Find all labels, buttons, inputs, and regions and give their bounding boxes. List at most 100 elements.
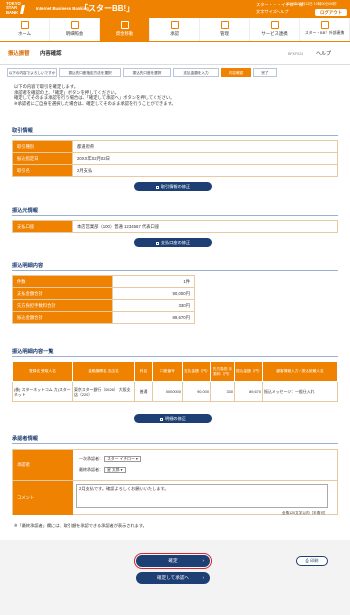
row-value: 本店営業部（100）普通 1234567 代表口座 xyxy=(72,220,338,233)
chevron-right-icon: › xyxy=(202,575,204,580)
table-row: 支払金額合計 90,000円 xyxy=(12,287,338,300)
comment-textarea[interactable]: 2月支払です。確認よろしくお願いいたします。 xyxy=(76,484,328,508)
row-label: 振込金額合計 xyxy=(12,311,113,324)
section-heading: 振込明細内容一覧 xyxy=(12,349,338,357)
final-approver-label: 最終承認者： xyxy=(79,467,103,473)
nav-label: 明細照会 xyxy=(65,31,84,36)
cell-account: 0000000 xyxy=(152,381,183,402)
cell-message: 振込メッセージ：一般仕入れ xyxy=(262,381,338,402)
col-header: 科目 xyxy=(134,361,153,382)
admin-icon xyxy=(220,21,229,29)
comment-char-limit: 全角120文字以内［半角可］ xyxy=(282,511,328,515)
row-value: 20XX年02月02日 xyxy=(72,152,338,165)
login-timestamp: 2000年02月13日 10時00分00秒 xyxy=(286,2,337,6)
page-help-link[interactable]: ヘルプ xyxy=(316,51,331,57)
table-row: 支払口座 本店営業部（100）普通 1234567 代表口座 xyxy=(12,220,338,233)
cell-bank: 東京スター銀行（0526） 大阪支店（220） xyxy=(72,381,135,402)
chevron-right-icon: › xyxy=(202,558,204,563)
row-label: 支払金額合計 xyxy=(12,287,113,300)
page-id: BFKF024 xyxy=(288,52,304,56)
first-approver-row: 一次承認者： スター イチロー ▾ xyxy=(79,456,141,462)
section-heading: 振込元情報 xyxy=(12,208,338,216)
pencil-icon xyxy=(155,185,159,189)
cell-transfer: 89,670 xyxy=(234,381,263,402)
row-value: 1件 xyxy=(112,275,195,288)
section-heading: 取引情報 xyxy=(12,128,338,136)
nav-statement[interactable]: 明細照会 xyxy=(50,18,100,41)
external-icon xyxy=(320,21,329,29)
col-header: 顧客情報入力 / 振込依頼人名 xyxy=(262,361,338,382)
cell-type: 普通 xyxy=(134,381,153,402)
button-label: 取引情報の修正 xyxy=(160,184,191,189)
approver-footnote: ※「最終承認者」欄には、取引額を承認できる承認者が表示されます。 xyxy=(14,523,147,528)
global-nav: ホーム 明細照会 資金移動 承認 管理 サービス連携 スター・BB！外部連携 xyxy=(0,18,350,42)
button-label: 明細の修正 xyxy=(165,416,186,421)
title-bar: 振込振替 内容確認 BFKF024 ヘルプ xyxy=(0,43,350,65)
first-approver-select[interactable]: スター イチロー ▾ xyxy=(104,456,141,462)
pencil-icon xyxy=(155,241,159,245)
table-row: 取引名 2月支払 xyxy=(12,164,338,177)
source-section: 振込元情報 支払口座 本店営業部（100）普通 1234567 代表口座 xyxy=(12,208,338,233)
nav-admin[interactable]: 管理 xyxy=(200,18,250,41)
row-value: 90,000円 xyxy=(112,287,195,300)
instruction-line: ※承認者にご自身を選択した場合は、確定してそのまま承認を行うことができます。 xyxy=(14,100,176,106)
brand-name: 「スターBB!」 xyxy=(80,4,135,13)
table-row: 振込金額合計 89,670円 xyxy=(12,311,338,324)
approver-label: 承認者 xyxy=(13,450,73,480)
approval-icon xyxy=(170,21,179,29)
page-title: 振込振替 xyxy=(8,51,30,57)
table-row: 件数 1件 xyxy=(12,275,338,288)
row-label: 振込指定日 xyxy=(12,152,73,165)
header-bar: TOKYO STAR BANK Internet Business Bankin… xyxy=(0,0,350,18)
details-table: 登録名 受取人名 金融機関名 支店名 科目 口座番号 支払金額（円） 先方負担 … xyxy=(12,361,338,402)
link-icon xyxy=(270,21,279,29)
transaction-table: 取引種別 都道府県 振込指定日 20XX年02月02日 取引名 2月支払 xyxy=(12,140,338,177)
nav-external[interactable]: スター・BB！外部連携 xyxy=(300,18,350,41)
row-label: 件数 xyxy=(12,275,113,288)
table-header-row: 登録名 受取人名 金融機関名 支店名 科目 口座番号 支払金額（円） 先方負担 … xyxy=(12,361,338,382)
final-approver-select[interactable]: 星 太郎 ▾ xyxy=(104,467,126,473)
edit-account-button[interactable]: 支払口座の修正 xyxy=(134,238,212,247)
confirm-button[interactable]: 確定 › xyxy=(134,553,212,569)
cell-fee: 330 xyxy=(210,381,235,402)
nav-label: 資金移動 xyxy=(115,31,134,36)
section-heading: 振込明細内容 xyxy=(12,263,338,271)
row-label: 取引種別 xyxy=(12,140,73,153)
col-header: 登録名 受取人名 xyxy=(12,361,73,382)
row-label: 先方負担手数料合計 xyxy=(12,299,113,312)
nav-approval[interactable]: 承認 xyxy=(150,18,200,41)
nav-label: スター・BB！外部連携 xyxy=(304,31,345,35)
button-label: 確定して承認へ xyxy=(156,575,190,580)
section-heading: 承認者情報 xyxy=(12,436,338,444)
table-row: 先方負担手数料合計 330円 xyxy=(12,299,338,312)
summary-section: 振込明細内容 件数 1件 支払金額合計 90,000円 先方負担手数料合計 330円 … xyxy=(12,263,338,324)
logout-button[interactable]: ログアウト xyxy=(315,9,347,16)
col-header: 支払金額（円） xyxy=(182,361,211,382)
row-value: 330円 xyxy=(112,299,195,312)
col-header: 口座番号 xyxy=(152,361,183,382)
row-value: 都道府県 xyxy=(72,140,338,153)
nav-transfer[interactable]: 資金移動 xyxy=(100,18,150,41)
nav-label: 承認 xyxy=(170,31,179,36)
final-approver-row: 最終承認者： 星 太郎 ▾ xyxy=(79,467,126,473)
bank-logo[interactable]: TOKYO STAR BANK xyxy=(6,1,34,16)
nav-service-link[interactable]: サービス連携 xyxy=(250,18,300,41)
print-button[interactable]: ⎙ 印刷 xyxy=(296,556,328,566)
edit-details-button[interactable]: 明細の修正 xyxy=(134,414,212,423)
button-label: 確定 xyxy=(168,558,178,563)
select-value: 星 太郎 xyxy=(107,468,120,472)
nav-home[interactable]: ホーム xyxy=(0,18,50,41)
font-size-control[interactable]: 文字サイズ xyxy=(256,9,277,16)
step-4: 支払金額を入力 xyxy=(173,68,219,77)
cell-payee: (株) スターネットコム カ)スターネット xyxy=(12,381,73,402)
edit-transaction-button[interactable]: 取引情報の修正 xyxy=(134,182,212,191)
row-label: 取引名 xyxy=(12,164,73,177)
confirm-and-approve-button[interactable]: 確定して承認へ › xyxy=(136,572,210,584)
source-table: 支払口座 本店営業部（100）普通 1234567 代表口座 xyxy=(12,220,338,233)
step-6: 完了 xyxy=(253,68,277,77)
page: TOKYO STAR BANK Internet Business Bankin… xyxy=(0,0,350,615)
header-help-link[interactable]: ヘルプ xyxy=(276,9,289,16)
row-value: 89,670円 xyxy=(112,311,195,324)
row-label: 支払口座 xyxy=(12,220,73,233)
button-label: 支払口座の修正 xyxy=(160,240,191,245)
